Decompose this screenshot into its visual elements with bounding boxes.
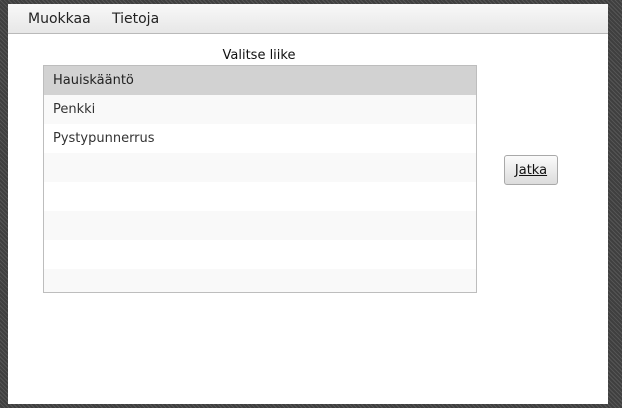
app-window: Muokkaa Tietoja Valitse liike Hauiskäänt… bbox=[8, 4, 608, 404]
empty-list-row bbox=[44, 153, 476, 182]
menu-edit[interactable]: Muokkaa bbox=[28, 4, 91, 34]
empty-list-row bbox=[44, 269, 476, 292]
list-item-pystypunnerrus[interactable]: Pystypunnerrus bbox=[44, 124, 476, 153]
list-title: Valitse liike bbox=[222, 48, 296, 63]
menu-about[interactable]: Tietoja bbox=[112, 4, 159, 34]
empty-list-row bbox=[44, 182, 476, 211]
continue-button[interactable]: Jatka bbox=[504, 155, 558, 185]
list-item-hauiskaanto[interactable]: Hauiskääntö bbox=[44, 66, 476, 95]
empty-list-row bbox=[44, 240, 476, 269]
menu-bar: Muokkaa Tietoja bbox=[8, 4, 608, 34]
empty-list-row bbox=[44, 211, 476, 240]
exercise-list[interactable]: Hauiskääntö Penkki Pystypunnerrus bbox=[43, 65, 477, 293]
list-item-penkki[interactable]: Penkki bbox=[44, 95, 476, 124]
